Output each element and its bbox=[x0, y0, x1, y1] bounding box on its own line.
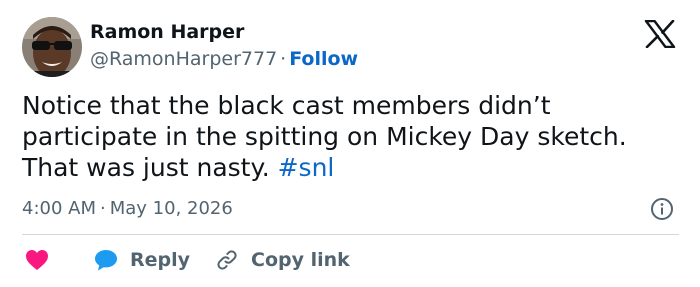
like-button[interactable] bbox=[25, 247, 49, 273]
tweet-time: 4:00 AM bbox=[22, 198, 96, 219]
author-avatar[interactable] bbox=[22, 17, 82, 77]
heart-icon bbox=[26, 250, 48, 270]
speech-bubble-icon bbox=[95, 250, 117, 271]
author-handle[interactable]: @RamonHarper777 bbox=[90, 48, 277, 70]
timestamp-separator: · bbox=[100, 198, 106, 219]
tweet-embed-card: Ramon Harper @RamonHarper777 · Follow Noti… bbox=[0, 0, 700, 287]
tweet-body: Notice that the black cast members didn’… bbox=[22, 90, 682, 183]
reply-button[interactable]: Reply bbox=[94, 247, 190, 273]
divider bbox=[22, 234, 679, 235]
hashtag-link[interactable]: #snl bbox=[278, 153, 335, 182]
tweet-timestamp[interactable]: 4:00 AM · May 10, 2026 bbox=[22, 198, 233, 219]
follow-button[interactable]: Follow bbox=[289, 48, 358, 70]
tweet-date: May 10, 2026 bbox=[109, 198, 233, 219]
author-handle-row: @RamonHarper777 · Follow bbox=[90, 48, 358, 70]
author-name[interactable]: Ramon Harper bbox=[90, 21, 244, 43]
x-logo-icon[interactable] bbox=[644, 19, 676, 49]
copy-link-label: Copy link bbox=[251, 249, 350, 271]
link-icon bbox=[217, 250, 237, 270]
info-icon[interactable] bbox=[650, 197, 674, 221]
copy-link-button[interactable]: Copy link bbox=[215, 247, 350, 273]
handle-separator: · bbox=[280, 48, 287, 70]
reply-label: Reply bbox=[130, 249, 191, 271]
